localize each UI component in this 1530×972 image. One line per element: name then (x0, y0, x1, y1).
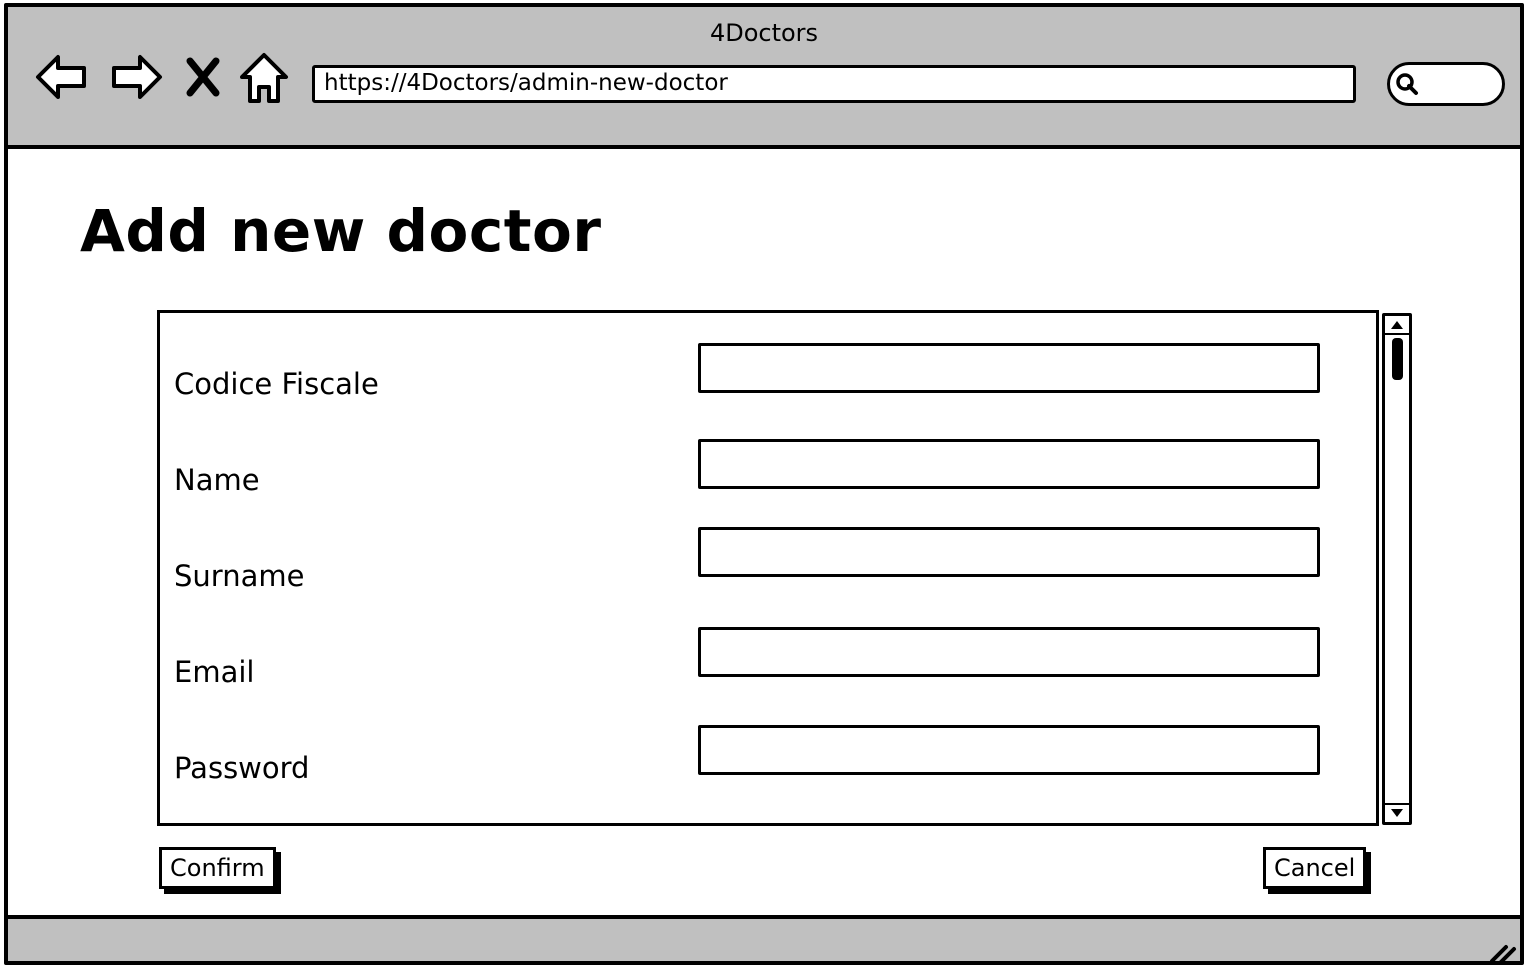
resize-grip-icon[interactable] (1488, 939, 1518, 961)
window-title: 4Doctors (709, 19, 819, 47)
page-title: Add new doctor (80, 197, 602, 265)
surname-input[interactable] (698, 527, 1320, 577)
cancel-button[interactable]: Cancel (1263, 847, 1367, 889)
email-input[interactable] (698, 627, 1320, 677)
status-bar (8, 915, 1520, 961)
form-scrollbar[interactable] (1382, 313, 1412, 825)
forward-arrow-icon[interactable] (108, 49, 164, 105)
browser-window: 4Doctors https://4Doctors/admin-new-doct… (4, 3, 1524, 965)
codice-fiscale-label: Codice Fiscale (174, 367, 379, 401)
name-label: Name (174, 463, 260, 497)
search-icon (1396, 73, 1418, 95)
password-label: Password (174, 751, 310, 785)
url-bar[interactable]: https://4Doctors/admin-new-doctor (312, 65, 1356, 103)
scroll-track-top (1385, 333, 1409, 335)
home-icon[interactable] (236, 49, 292, 105)
scroll-up-arrow-icon[interactable] (1385, 316, 1409, 334)
scroll-down-arrow-icon[interactable] (1385, 804, 1409, 822)
browser-toolbar: 4Doctors https://4Doctors/admin-new-doct… (8, 7, 1520, 149)
stop-icon[interactable] (180, 49, 226, 105)
name-input[interactable] (698, 439, 1320, 489)
back-arrow-icon[interactable] (34, 49, 90, 105)
email-label: Email (174, 655, 255, 689)
confirm-button[interactable]: Confirm (159, 847, 276, 889)
surname-label: Surname (174, 559, 305, 593)
password-input[interactable] (698, 725, 1320, 775)
scroll-thumb[interactable] (1392, 338, 1403, 380)
doctor-form: Codice Fiscale Name Surname Email Passwo… (157, 310, 1379, 826)
codice-fiscale-input[interactable] (698, 343, 1320, 393)
browser-search-field[interactable] (1387, 62, 1505, 106)
